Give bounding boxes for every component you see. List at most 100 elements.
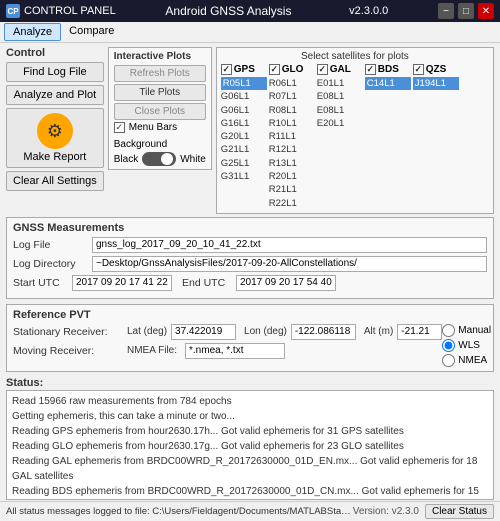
nmea-label: NMEA File: (127, 345, 177, 356)
alt-label: Alt (m) (364, 326, 393, 337)
background-label: Background (114, 139, 167, 150)
nmea-input[interactable] (185, 343, 285, 359)
gps-item-5[interactable]: G21L1 (221, 143, 267, 156)
tile-plots-button[interactable]: Tile Plots (114, 84, 206, 101)
maximize-button[interactable]: □ (458, 3, 474, 19)
sat-col-gal: GAL E01L1 E08L1 E08L1 E20L1 (317, 64, 363, 210)
sat-col-bds: BDS C14L1 (365, 64, 411, 210)
window-title: Android GNSS Analysis (165, 4, 291, 18)
app-icon: CP (6, 4, 20, 18)
glo-item-1[interactable]: R07L1 (269, 90, 315, 103)
gps-checkbox[interactable] (221, 64, 232, 75)
menu-compare[interactable]: Compare (61, 23, 122, 41)
minimize-button[interactable]: − (438, 3, 454, 19)
bottom-file-label: All status messages logged to file: C:\U… (6, 506, 353, 517)
glo-item-6[interactable]: R13L1 (269, 157, 315, 170)
analyze-and-plot-button[interactable]: Analyze and Plot (6, 85, 104, 105)
gal-item-1[interactable]: E08L1 (317, 90, 363, 103)
log-file-input[interactable] (92, 237, 487, 253)
status-line-3: Reading GLO ephemeris from hour2630.17g.… (12, 439, 488, 454)
qzs-checkbox[interactable] (413, 64, 424, 75)
menu-analyze[interactable]: Analyze (4, 23, 61, 41)
log-file-label: Log File (13, 239, 88, 251)
gal-label: GAL (330, 64, 351, 75)
glo-item-5[interactable]: R12L1 (269, 143, 315, 156)
bds-checkbox[interactable] (365, 64, 376, 75)
gps-item-4[interactable]: G20L1 (221, 130, 267, 143)
gps-item-1[interactable]: G06L1 (221, 90, 267, 103)
bottom-file-path: C:\Users/Fieldagent/Documents/MATLABStat… (152, 506, 353, 517)
start-utc-label: Start UTC (13, 277, 68, 289)
sat-col-glo: GLO R06L1 R07L1 R08L1 R10L1 R11L1 R12L1 … (269, 64, 315, 210)
sat-col-qzs: QZS J194L1 (413, 64, 459, 210)
gal-item-0[interactable]: E01L1 (317, 77, 363, 90)
alt-input[interactable] (397, 324, 442, 340)
glo-item-7[interactable]: R20L1 (269, 170, 315, 183)
lat-input[interactable] (171, 324, 236, 340)
bg-toggle[interactable] (142, 152, 176, 166)
end-utc-label: End UTC (182, 277, 232, 289)
satellite-select-box: Select satellites for plots GPS R05L1 G0… (216, 47, 494, 214)
glo-checkbox[interactable] (269, 64, 280, 75)
sat-col-gps: GPS R05L1 G06L1 G06L1 G16L1 G20L1 G21L1 … (221, 64, 267, 210)
black-label: Black (114, 154, 138, 165)
clear-status-button[interactable]: Clear Status (425, 504, 494, 519)
reference-pvt-section: Reference PVT Stationary Receiver: Lat (… (6, 304, 494, 372)
glo-item-4[interactable]: R11L1 (269, 130, 315, 143)
glo-item-9[interactable]: R22L1 (269, 197, 315, 210)
status-line-2: Reading GPS ephemeris from hour2630.17h.… (12, 424, 488, 439)
interactive-plots-box: Interactive Plots Refresh Plots Tile Plo… (108, 47, 212, 170)
status-label: Status: (6, 377, 43, 389)
satellite-select-header: Select satellites for plots (221, 51, 489, 62)
close-plots-button[interactable]: Close Plots (114, 103, 206, 120)
status-section: Read 15966 raw measurements from 784 epo… (6, 390, 494, 500)
radio-wls-label: WLS (458, 340, 480, 351)
make-report-button[interactable]: ⚙ Make Report (6, 108, 104, 168)
bds-item-0[interactable]: C14L1 (365, 77, 411, 90)
gps-item-2[interactable]: G06L1 (221, 104, 267, 117)
gnss-measurements-section: GNSS Measurements Log File Log Directory… (6, 217, 494, 299)
qzs-label: QZS (426, 64, 447, 75)
toggle-knob (161, 153, 173, 165)
glo-item-3[interactable]: R10L1 (269, 117, 315, 130)
start-utc-input[interactable] (72, 275, 172, 291)
end-utc-input[interactable] (236, 275, 336, 291)
stationary-label: Stationary Receiver: (13, 326, 123, 338)
white-label: White (180, 154, 206, 165)
moving-label: Moving Receiver: (13, 345, 123, 357)
menu-bars-label: Menu Bars (129, 122, 177, 133)
radio-nmea[interactable] (442, 354, 455, 367)
bds-label: BDS (378, 64, 399, 75)
radio-manual[interactable] (442, 324, 455, 337)
gps-item-3[interactable]: G16L1 (221, 117, 267, 130)
reference-pvt-label: Reference PVT (13, 309, 487, 321)
lat-label: Lat (deg) (127, 326, 167, 337)
interactive-plots-title: Interactive Plots (114, 51, 206, 62)
status-line-1: Getting ephemeris, this can take a minut… (12, 409, 488, 424)
gal-item-2[interactable]: E08L1 (317, 104, 363, 117)
gps-item-6[interactable]: G25L1 (221, 157, 267, 170)
bottom-version-value: v2.3.0 (392, 506, 419, 517)
lon-input[interactable] (291, 324, 356, 340)
close-button[interactable]: ✕ (478, 3, 494, 19)
make-report-label: Make Report (23, 151, 86, 163)
radio-wls[interactable] (442, 339, 455, 352)
gal-checkbox[interactable] (317, 64, 328, 75)
find-log-file-button[interactable]: Find Log File (6, 62, 104, 82)
gps-item-7[interactable]: G31L1 (221, 170, 267, 183)
glo-item-8[interactable]: R21L1 (269, 183, 315, 196)
gal-item-3[interactable]: E20L1 (317, 117, 363, 130)
log-dir-input[interactable] (92, 256, 487, 272)
status-line-0: Read 15966 raw measurements from 784 epo… (12, 394, 488, 409)
gps-item-0[interactable]: R05L1 (221, 77, 267, 90)
clear-all-settings-button[interactable]: Clear All Settings (6, 171, 104, 191)
menu-bars-checkbox[interactable] (114, 122, 125, 133)
lon-label: Lon (deg) (244, 326, 287, 337)
refresh-plots-button[interactable]: Refresh Plots (114, 65, 206, 82)
glo-item-0[interactable]: R06L1 (269, 77, 315, 90)
glo-item-2[interactable]: R08L1 (269, 104, 315, 117)
qzs-item-0[interactable]: J194L1 (413, 77, 459, 90)
bottom-version-label: Version: v2.3.0 (353, 506, 419, 517)
gear-icon: ⚙ (37, 113, 73, 149)
gps-label: GPS (234, 64, 255, 75)
